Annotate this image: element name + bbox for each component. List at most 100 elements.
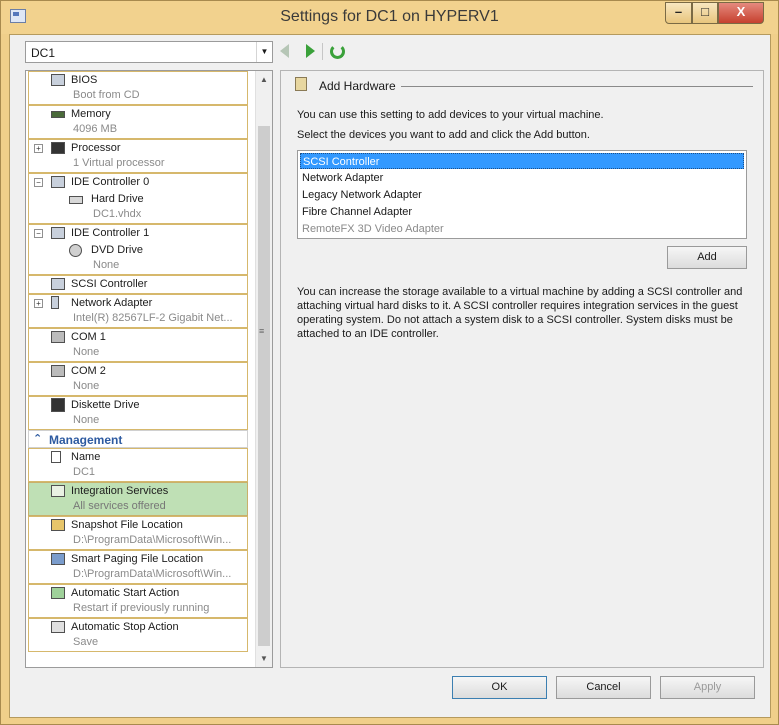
tree-item-label: IDE Controller 1 — [71, 227, 150, 239]
intro-text: You can use this setting to add devices … — [297, 109, 604, 121]
management-header-label: Management — [49, 433, 123, 447]
diskette-icon — [51, 398, 65, 412]
network-adapter-icon — [51, 296, 59, 309]
device-item-scsi-controller[interactable]: SCSI Controller — [300, 153, 744, 169]
tree-item-value: D:\ProgramData\Microsoft\Win... — [73, 568, 232, 580]
tree-item-label: Integration Services — [71, 485, 169, 497]
forward-arrow-icon[interactable] — [306, 44, 315, 58]
stop-action-icon — [51, 621, 65, 633]
start-action-icon — [51, 587, 65, 599]
title-bar: Settings for DC1 on HYPERV1 – □ X — [1, 1, 778, 34]
tree-item-label: Automatic Stop Action — [71, 621, 179, 633]
vm-selector-dropdown[interactable]: DC1 ▼ — [25, 41, 273, 63]
scsi-controller-icon — [51, 278, 65, 290]
tree-item-value: None — [73, 346, 100, 358]
ok-button[interactable]: OK — [452, 676, 547, 699]
bios-icon — [51, 74, 65, 86]
tree-item-value: None — [73, 380, 100, 392]
tree-item-value: None — [93, 259, 120, 271]
smart-paging-icon — [51, 553, 65, 565]
chevron-down-icon[interactable]: ▼ — [256, 42, 272, 62]
scroll-up-icon[interactable]: ▲ — [256, 71, 272, 88]
tree-item-label: COM 2 — [71, 365, 106, 377]
hardware-tree[interactable]: BIOS Boot from CD Memory 4096 MB + Proces… — [25, 70, 273, 668]
close-button[interactable]: X — [718, 2, 764, 24]
tree-item-value: Boot from CD — [73, 89, 140, 101]
tree-item-automatic-stop-action[interactable]: Automatic Stop Action Save — [28, 618, 248, 652]
device-item-legacy-network-adapter[interactable]: Legacy Network Adapter — [300, 187, 744, 203]
tree-item-bios[interactable]: BIOS Boot from CD — [28, 71, 248, 105]
tree-item-value: DC1.vhdx — [93, 208, 142, 220]
scroll-down-icon[interactable]: ▼ — [256, 650, 272, 667]
instruction-text: Select the devices you want to add and c… — [297, 129, 590, 141]
tree-item-label: Network Adapter — [71, 297, 153, 309]
collapse-icon[interactable]: − — [34, 178, 43, 187]
hardware-list: BIOS Boot from CD Memory 4096 MB + Proces… — [26, 71, 256, 652]
section-divider — [401, 86, 753, 87]
scsi-description: You can increase the storage available t… — [297, 286, 743, 340]
expand-icon[interactable]: + — [34, 144, 43, 153]
tree-item-child-label[interactable]: Hard Drive — [91, 193, 144, 205]
tree-item-value: Save — [73, 636, 99, 648]
tree-item-ide-controller-1[interactable]: − IDE Controller 1 DVD Drive None — [28, 224, 248, 275]
device-item-remotefx-adapter: RemoteFX 3D Video Adapter — [302, 223, 444, 235]
tree-item-scsi-controller[interactable]: SCSI Controller — [28, 275, 248, 294]
tree-item-integration-services[interactable]: Integration Services All services offere… — [28, 482, 248, 516]
tree-item-label: Processor — [71, 142, 121, 154]
management-group-header[interactable]: ⌃ Management — [28, 430, 248, 448]
add-hardware-icon — [295, 77, 307, 91]
cancel-button[interactable]: Cancel — [556, 676, 651, 699]
tree-item-ide-controller-0[interactable]: − IDE Controller 0 Hard Drive DC1.vhdx — [28, 173, 248, 224]
collapse-icon[interactable]: − — [34, 229, 43, 238]
tree-item-value: DC1 — [73, 466, 96, 478]
window-title: Settings for DC1 on HYPERV1 — [280, 8, 499, 25]
maximize-button[interactable]: □ — [692, 2, 718, 24]
scrollbar-thumb[interactable] — [258, 126, 270, 646]
tree-item-diskette-drive[interactable]: Diskette Drive None — [28, 396, 248, 430]
memory-icon — [51, 111, 65, 118]
settings-window: Settings for DC1 on HYPERV1 – □ X DC1 ▼ … — [0, 0, 779, 725]
tree-item-child-label[interactable]: DVD Drive — [91, 244, 143, 256]
tree-item-snapshot-file-location[interactable]: Snapshot File Location D:\ProgramData\Mi… — [28, 516, 248, 550]
tree-item-processor[interactable]: + Processor 1 Virtual processor — [28, 139, 248, 173]
minimize-button[interactable]: – — [665, 2, 692, 24]
tree-item-value: 4096 MB — [73, 123, 118, 135]
toolbar-separator — [322, 43, 323, 60]
tree-item-memory[interactable]: Memory 4096 MB — [28, 105, 248, 139]
vm-selector-value: DC1 — [31, 46, 56, 60]
client-area: DC1 ▼ BIOS Boot from CD Memory 4096 MB +… — [9, 34, 771, 718]
tree-item-automatic-start-action[interactable]: Automatic Start Action Restart if previo… — [28, 584, 248, 618]
com-port-icon — [51, 365, 65, 377]
tree-item-com-2[interactable]: COM 2 None — [28, 362, 248, 396]
refresh-icon[interactable] — [330, 44, 345, 59]
tree-item-label: Snapshot File Location — [71, 519, 183, 531]
tree-item-value: Restart if previously running — [73, 602, 210, 614]
tree-item-value: 1 Virtual processor — [73, 157, 165, 169]
tree-item-label: BIOS — [71, 74, 98, 86]
expand-icon[interactable]: + — [34, 299, 43, 308]
tree-item-label: Name — [71, 451, 101, 463]
apply-button: Apply — [660, 676, 755, 699]
tree-item-label: IDE Controller 0 — [71, 176, 150, 188]
add-button[interactable]: Add — [667, 246, 747, 269]
tree-item-value: D:\ProgramData\Microsoft\Win... — [73, 534, 232, 546]
back-arrow-icon[interactable] — [280, 44, 289, 58]
tree-item-value: Intel(R) 82567LF-2 Gigabit Net... — [73, 312, 233, 324]
tree-item-label: Diskette Drive — [71, 399, 140, 411]
com-port-icon — [51, 331, 65, 343]
device-item-network-adapter[interactable]: Network Adapter — [300, 170, 744, 186]
tree-scrollbar[interactable]: ▲ ≡ ▼ — [255, 71, 272, 667]
device-item-fibre-channel-adapter[interactable]: Fibre Channel Adapter — [300, 204, 744, 220]
hard-drive-icon — [69, 196, 83, 204]
collapse-chevron-icon[interactable]: ⌃ — [33, 432, 42, 445]
add-hardware-panel: Add Hardware You can use this setting to… — [280, 70, 764, 668]
device-list[interactable]: SCSI Controller Network Adapter Legacy N… — [297, 150, 747, 239]
dvd-drive-icon — [69, 244, 82, 257]
name-icon — [51, 451, 61, 463]
tree-item-smart-paging-file-location[interactable]: Smart Paging File Location D:\ProgramDat… — [28, 550, 248, 584]
tree-item-network-adapter[interactable]: + Network Adapter Intel(R) 82567LF-2 Giga… — [28, 294, 248, 328]
tree-item-label: Automatic Start Action — [71, 587, 180, 599]
processor-icon — [51, 142, 65, 154]
tree-item-name[interactable]: Name DC1 — [28, 448, 248, 482]
tree-item-com-1[interactable]: COM 1 None — [28, 328, 248, 362]
